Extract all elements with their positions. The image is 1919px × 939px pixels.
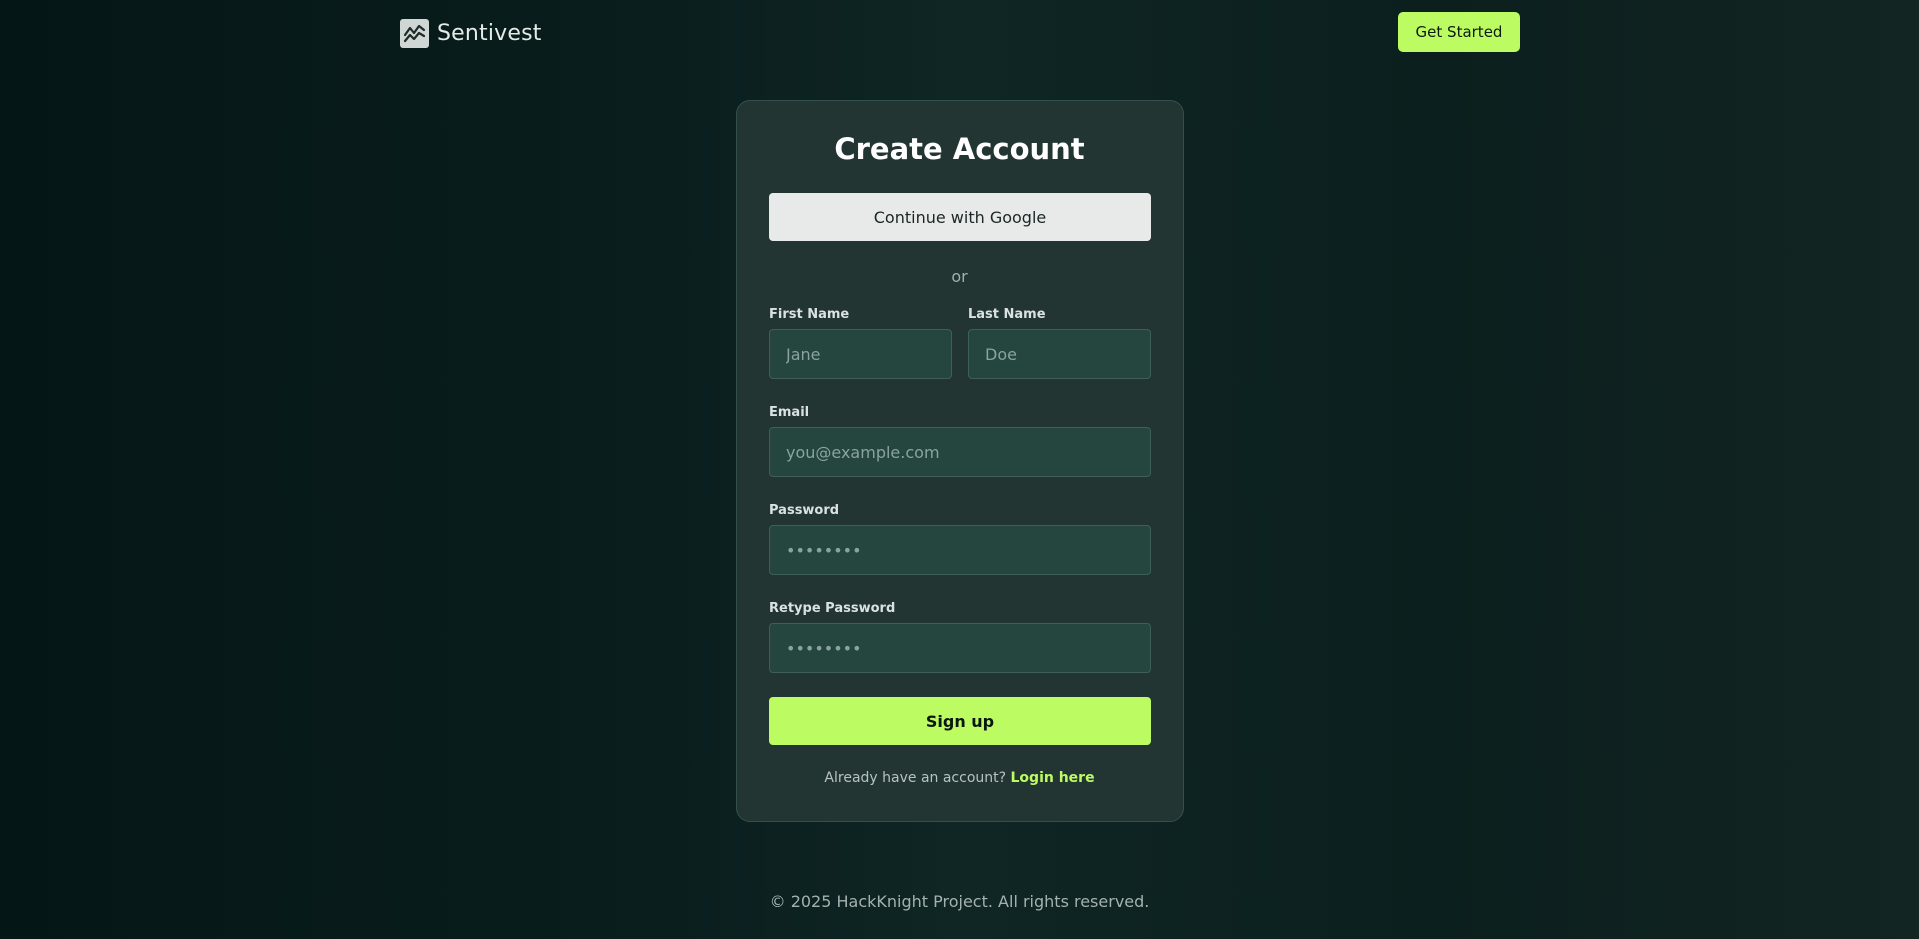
or-divider: or xyxy=(951,267,968,286)
email-label: Email xyxy=(769,405,810,420)
password-input[interactable] xyxy=(769,525,1151,575)
login-link[interactable]: Login here xyxy=(1011,770,1095,786)
sign-up-button[interactable]: Sign up xyxy=(769,697,1151,745)
top-nav: Sentivest Get Started xyxy=(0,0,1919,66)
google-signin-button[interactable]: Continue with Google xyxy=(769,193,1151,241)
last-name-input[interactable] xyxy=(968,329,1151,379)
brand-logo[interactable]: Sentivest xyxy=(400,18,542,48)
first-name-input[interactable] xyxy=(769,329,952,379)
get-started-button[interactable]: Get Started xyxy=(1398,12,1520,52)
login-prompt: Already have an account? Login here xyxy=(0,770,1919,786)
retype-password-label: Retype Password xyxy=(769,601,896,616)
login-prompt-text: Already have an account? xyxy=(824,770,1007,786)
retype-password-input[interactable] xyxy=(769,623,1151,673)
last-name-label: Last Name xyxy=(968,307,1046,322)
password-label: Password xyxy=(769,503,840,518)
email-input[interactable] xyxy=(769,427,1151,477)
page-title: Create Account xyxy=(834,132,1085,166)
first-name-label: First Name xyxy=(769,307,850,322)
brand-name: Sentivest xyxy=(437,20,542,46)
footer-copyright: © 2025 HackKnight Project. All rights re… xyxy=(769,892,1150,911)
chart-line-icon xyxy=(400,18,429,48)
